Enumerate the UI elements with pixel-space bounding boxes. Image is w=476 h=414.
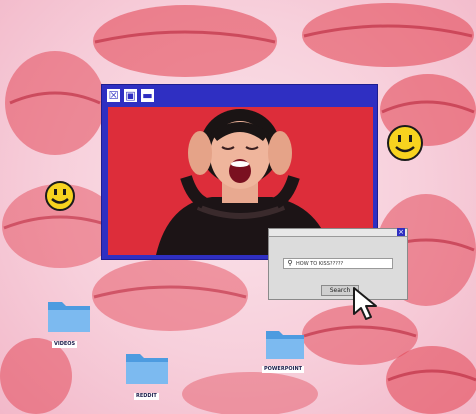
- desktop: ☒ ▣ ▬ × ⚲ HOW TO KISS????? Search VIDEOS…: [0, 0, 476, 414]
- smiley-icon: [386, 124, 424, 166]
- folder-icon: [48, 302, 90, 332]
- search-input[interactable]: ⚲ HOW TO KISS?????: [283, 258, 393, 269]
- folder-label: POWERPOINT: [262, 366, 305, 373]
- dialog-titlebar[interactable]: ×: [269, 228, 407, 237]
- close-icon[interactable]: ☒: [107, 89, 120, 102]
- folder-powerpoint[interactable]: POWERPOINT: [262, 325, 306, 373]
- cursor-icon: [350, 286, 380, 326]
- lips-icon: [90, 2, 280, 80]
- folder-label: VIDEOS: [52, 341, 78, 348]
- lips-icon: [0, 48, 110, 158]
- close-icon[interactable]: ×: [397, 228, 405, 236]
- search-icon: ⚲: [287, 259, 293, 267]
- folder-icon: [266, 331, 304, 359]
- maximize-icon[interactable]: ▣: [124, 89, 137, 102]
- folder-label: REDDIT: [134, 393, 159, 400]
- search-value: HOW TO KISS?????: [296, 261, 344, 267]
- lips-icon: [300, 0, 476, 70]
- smiley-icon: [44, 180, 76, 216]
- folder-reddit[interactable]: REDDIT: [124, 348, 170, 400]
- minimize-icon[interactable]: ▬: [141, 89, 154, 102]
- folder-videos[interactable]: VIDEOS: [46, 296, 92, 348]
- lips-icon: [380, 336, 476, 414]
- lips-icon: [90, 255, 250, 335]
- window-titlebar[interactable]: ☒ ▣ ▬: [102, 85, 377, 107]
- search-dialog: × ⚲ HOW TO KISS????? Search: [268, 228, 408, 300]
- folder-icon: [126, 354, 168, 384]
